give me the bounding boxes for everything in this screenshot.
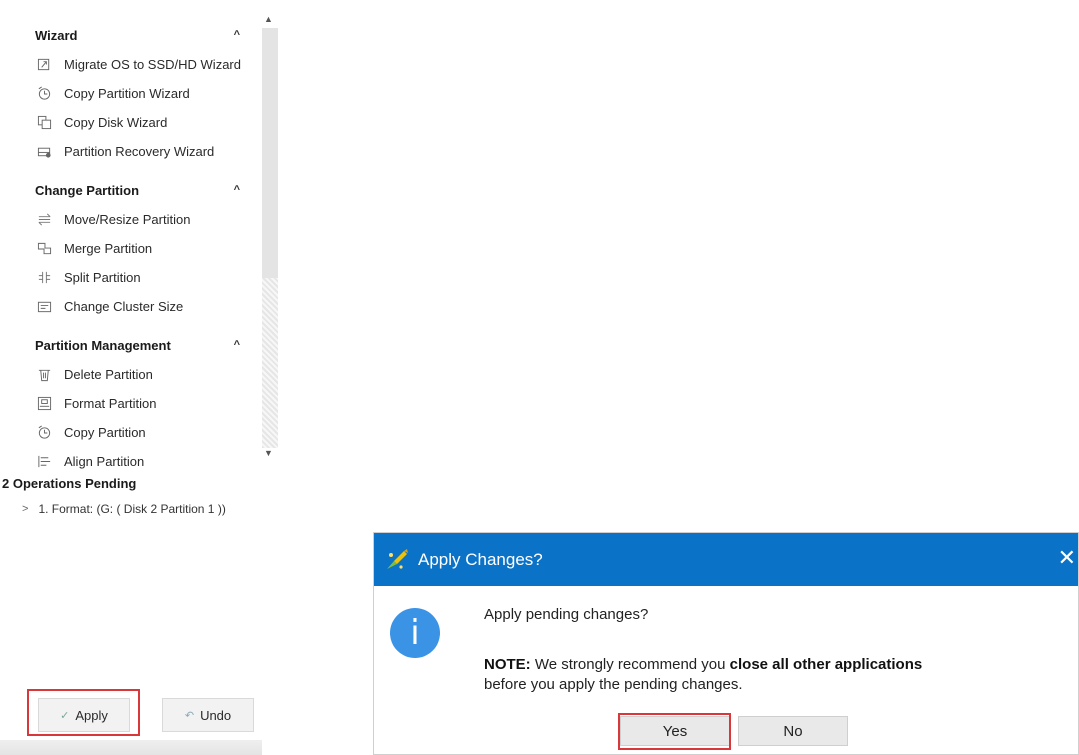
cluster-size-icon bbox=[36, 298, 52, 314]
scroll-down-arrow-icon[interactable]: ▼ bbox=[264, 448, 273, 458]
menu-item-copy-partition[interactable]: Copy Partition bbox=[36, 421, 256, 443]
menu-item-split-partition[interactable]: Split Partition bbox=[36, 266, 256, 288]
menu-item-label: Copy Partition bbox=[64, 424, 146, 440]
section-header-change-partition[interactable]: Change Partition ^ bbox=[35, 179, 250, 201]
menu-item-merge-partition[interactable]: Merge Partition bbox=[36, 237, 256, 259]
apply-highlight-box bbox=[27, 689, 140, 736]
close-icon[interactable]: ✕ bbox=[1058, 547, 1076, 569]
note-text-1: We strongly recommend you bbox=[534, 656, 726, 673]
menu-item-change-cluster-size[interactable]: Change Cluster Size bbox=[36, 295, 256, 317]
menu-item-label: Split Partition bbox=[64, 269, 141, 285]
menu-item-label: Migrate OS to SSD/HD Wizard bbox=[64, 56, 241, 72]
collapse-caret-icon[interactable]: ^ bbox=[234, 184, 240, 196]
format-icon bbox=[36, 395, 52, 411]
pending-operation-item[interactable]: > 1. Format: (G: ( Disk 2 Partition 1 )) bbox=[22, 502, 226, 516]
split-partition-icon bbox=[36, 269, 52, 285]
menu-item-copy-partition-wizard[interactable]: Copy Partition Wizard bbox=[36, 82, 256, 104]
copy-partition-icon bbox=[36, 85, 52, 101]
menu-item-label: Partition Recovery Wizard bbox=[64, 143, 215, 159]
no-button[interactable]: No bbox=[738, 716, 848, 746]
merge-partition-icon bbox=[36, 240, 52, 256]
dialog-title: Apply Changes? bbox=[418, 549, 543, 569]
menu-item-align-partition[interactable]: Align Partition bbox=[36, 450, 256, 470]
menu-item-partition-recovery-wizard[interactable]: Partition Recovery Wizard bbox=[36, 140, 256, 162]
dialog-note: NOTE: We strongly recommend you close al… bbox=[484, 655, 1064, 695]
sidebar-menu: Wizard ^ Migrate OS to SSD/HD Wizard Cop… bbox=[0, 0, 262, 470]
scroll-thumb[interactable] bbox=[262, 28, 278, 278]
undo-icon: ↶ bbox=[184, 709, 195, 722]
note-emphasis: close all other applications bbox=[729, 656, 923, 673]
menu-item-delete-partition[interactable]: Delete Partition bbox=[36, 363, 256, 385]
section-title: Wizard bbox=[35, 27, 78, 43]
menu-item-label: Format Partition bbox=[64, 395, 157, 411]
menu-item-format-partition[interactable]: Format Partition bbox=[36, 392, 256, 414]
migrate-os-icon bbox=[36, 56, 52, 72]
copy-partition-icon bbox=[36, 424, 52, 440]
section-header-partition-management[interactable]: Partition Management ^ bbox=[35, 334, 250, 356]
no-button-label: No bbox=[783, 722, 803, 740]
menu-item-migrate-os[interactable]: Migrate OS to SSD/HD Wizard bbox=[36, 53, 256, 75]
note-label: NOTE: bbox=[484, 656, 531, 673]
collapse-caret-icon[interactable]: ^ bbox=[234, 29, 240, 41]
app-logo-icon bbox=[387, 548, 408, 569]
partition-recovery-icon bbox=[36, 143, 52, 159]
menu-item-label: Copy Disk Wizard bbox=[64, 114, 168, 130]
section-header-wizard[interactable]: Wizard ^ bbox=[35, 24, 250, 46]
undo-button-label: Undo bbox=[200, 707, 232, 723]
menu-item-label: Copy Partition Wizard bbox=[64, 85, 190, 101]
sidebar-scrollbar[interactable] bbox=[262, 28, 278, 448]
menu-item-label: Move/Resize Partition bbox=[64, 211, 191, 227]
delete-icon bbox=[36, 366, 52, 382]
dialog-titlebar[interactable]: Apply Changes? ✕ bbox=[374, 533, 1078, 586]
section-title: Partition Management bbox=[35, 337, 171, 353]
menu-item-label: Delete Partition bbox=[64, 366, 153, 382]
info-icon: i bbox=[390, 608, 440, 658]
scroll-up-arrow-icon[interactable]: ▲ bbox=[264, 14, 273, 24]
undo-button[interactable]: ↶ Undo bbox=[162, 698, 254, 732]
copy-disk-icon bbox=[36, 114, 52, 130]
sidebar: Wizard ^ Migrate OS to SSD/HD Wizard Cop… bbox=[0, 0, 282, 755]
sidebar-bottom-bar bbox=[0, 740, 262, 755]
move-resize-icon bbox=[36, 211, 52, 227]
dialog-question: Apply pending changes? bbox=[484, 606, 649, 623]
menu-item-label: Change Cluster Size bbox=[64, 298, 184, 314]
note-text-2: before you apply the pending changes. bbox=[484, 676, 743, 693]
menu-item-copy-disk-wizard[interactable]: Copy Disk Wizard bbox=[36, 111, 256, 133]
pending-operation-label: 1. Format: (G: ( Disk 2 Partition 1 )) bbox=[38, 502, 226, 516]
collapse-caret-icon[interactable]: ^ bbox=[234, 339, 240, 351]
align-icon bbox=[36, 453, 52, 469]
pending-operations-title: 2 Operations Pending bbox=[2, 476, 137, 491]
menu-item-label: Merge Partition bbox=[64, 240, 153, 256]
menu-item-label: Align Partition bbox=[64, 453, 145, 469]
yes-highlight-box bbox=[618, 713, 731, 750]
apply-changes-dialog: Apply Changes? ✕ i Apply pending changes… bbox=[373, 532, 1079, 755]
expand-arrow-icon[interactable]: > bbox=[22, 503, 28, 515]
menu-item-move-resize[interactable]: Move/Resize Partition bbox=[36, 208, 256, 230]
section-title: Change Partition bbox=[35, 182, 140, 198]
